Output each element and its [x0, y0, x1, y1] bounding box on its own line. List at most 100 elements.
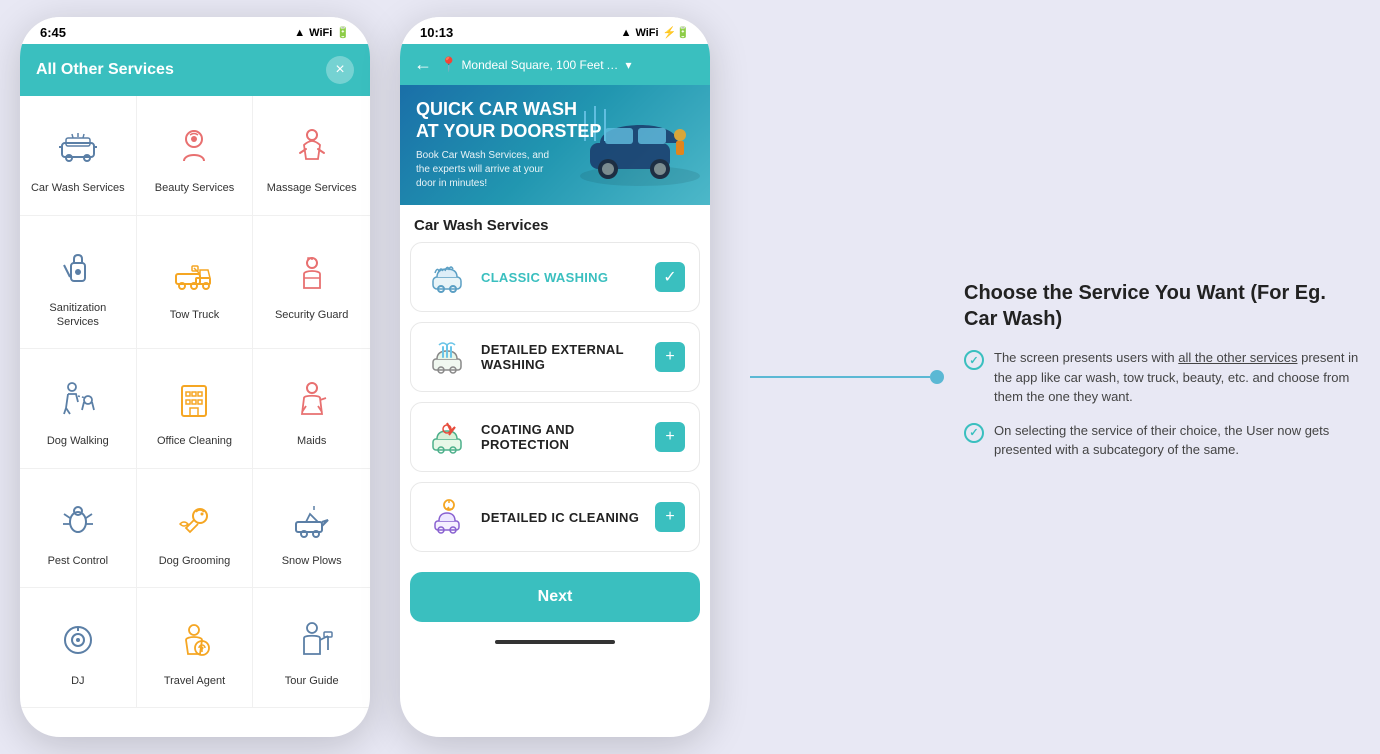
office-cleaning-icon: [168, 374, 220, 426]
right-status-icons: ▲ WiFi ⚡🔋: [621, 26, 690, 39]
detailed-ic-label: DETAILED IC CLEANING: [481, 510, 643, 525]
tow-truck-icon: [168, 248, 220, 300]
connector-line: [750, 376, 930, 378]
service-item-dog-walking[interactable]: Dog Walking: [20, 349, 137, 469]
service-item-beauty[interactable]: Beauty Services: [137, 96, 254, 216]
service-card-detailed-ic[interactable]: DETAILED IC CLEANING +: [410, 482, 700, 552]
section-title: Car Wash Services: [400, 205, 710, 242]
scene: 6:45 ▲ WiFi 🔋 All Other Services ×: [0, 0, 1380, 754]
left-header-title: All Other Services: [36, 61, 174, 79]
tow-truck-label: Tow Truck: [170, 308, 220, 322]
maids-icon: [286, 374, 338, 426]
detailed-external-icon: [425, 335, 469, 379]
left-status-icons: ▲ WiFi 🔋: [294, 26, 350, 39]
tour-guide-icon: [286, 614, 338, 666]
close-button[interactable]: ×: [326, 56, 354, 84]
pest-control-label: Pest Control: [48, 554, 109, 568]
annotation-item-1: The screen presents users with all the o…: [964, 348, 1360, 407]
service-item-maids[interactable]: Maids: [253, 349, 370, 469]
left-phone: 6:45 ▲ WiFi 🔋 All Other Services ×: [20, 17, 370, 737]
left-services-grid: Car Wash Services Beauty Services: [20, 96, 370, 708]
check-circle-2: [964, 423, 984, 443]
location-bar[interactable]: 📍 Mondeal Square, 100 Feet Anand Na... ▾: [440, 56, 696, 73]
annotation-item-2: On selecting the service of their choice…: [964, 421, 1360, 460]
check-circle-1: [964, 350, 984, 370]
massage-icon: [286, 121, 338, 173]
dog-grooming-label: Dog Grooming: [159, 554, 231, 568]
service-item-pest-control[interactable]: Pest Control: [20, 469, 137, 589]
location-pin-icon: 📍: [440, 56, 457, 73]
service-item-car-wash[interactable]: Car Wash Services: [20, 96, 137, 216]
travel-agent-icon: [168, 614, 220, 666]
beauty-icon: [168, 121, 220, 173]
security-guard-label: Security Guard: [275, 308, 348, 322]
service-item-dj[interactable]: DJ: [20, 588, 137, 708]
chevron-down-icon: ▾: [625, 58, 631, 72]
right-header: ← 📍 Mondeal Square, 100 Feet Anand Na...…: [400, 44, 710, 85]
location-text: Mondeal Square, 100 Feet Anand Na...: [461, 58, 621, 72]
classic-washing-icon: [425, 255, 469, 299]
car-wash-icon: [52, 121, 104, 173]
right-status-bar: 10:13 ▲ WiFi ⚡🔋: [400, 17, 710, 44]
beauty-label: Beauty Services: [155, 181, 234, 195]
security-guard-icon: [286, 248, 338, 300]
service-card-coating[interactable]: COATING AND PROTECTION +: [410, 402, 700, 472]
detailed-external-add[interactable]: +: [655, 342, 685, 372]
annotation-section: Choose the Service You Want (For Eg. Car…: [740, 260, 1360, 494]
right-time: 10:13: [420, 25, 453, 40]
coating-add[interactable]: +: [655, 422, 685, 452]
sanitization-icon: [52, 241, 104, 293]
detailed-ic-add[interactable]: +: [655, 502, 685, 532]
dj-label: DJ: [71, 674, 84, 688]
banner-subtitle: Book Car Wash Services, and the experts …: [416, 149, 556, 191]
detailed-ic-icon: [425, 495, 469, 539]
coating-icon: [425, 415, 469, 459]
banner-content: QUICK CAR WASHAT YOUR DOORSTEP Book Car …: [416, 99, 601, 190]
annotation-text-1: The screen presents users with all the o…: [994, 348, 1360, 407]
left-status-bar: 6:45 ▲ WiFi 🔋: [20, 17, 370, 44]
maids-label: Maids: [297, 434, 326, 448]
detailed-external-label: DETAILED EXTERNAL WASHING: [481, 342, 643, 372]
service-item-sanitization[interactable]: Sanitization Services: [20, 216, 137, 350]
snow-plows-icon: [286, 494, 338, 546]
service-item-massage[interactable]: Massage Services: [253, 96, 370, 216]
sanitization-label: Sanitization Services: [28, 301, 128, 330]
dog-grooming-icon: [168, 494, 220, 546]
back-button[interactable]: ←: [414, 54, 432, 75]
annotation-panel: Choose the Service You Want (For Eg. Car…: [944, 260, 1360, 494]
snow-plows-label: Snow Plows: [282, 554, 342, 568]
classic-washing-label: CLASSIC WASHING: [481, 270, 643, 285]
travel-agent-label: Travel Agent: [164, 674, 225, 688]
massage-label: Massage Services: [267, 181, 357, 195]
left-time: 6:45: [40, 25, 66, 40]
next-button[interactable]: Next: [410, 572, 700, 622]
pest-control-icon: [52, 494, 104, 546]
right-phone: 10:13 ▲ WiFi ⚡🔋 ← 📍 Mondeal Square, 100 …: [400, 17, 710, 737]
annotation-title: Choose the Service You Want (For Eg. Car…: [964, 280, 1360, 332]
office-cleaning-label: Office Cleaning: [157, 434, 232, 448]
left-header: All Other Services ×: [20, 44, 370, 96]
service-card-detailed-external[interactable]: DETAILED EXTERNAL WASHING +: [410, 322, 700, 392]
service-list: CLASSIC WASHING ✓ DETAILED EXTE: [400, 242, 710, 562]
dog-walking-label: Dog Walking: [47, 434, 109, 448]
service-item-security-guard[interactable]: Security Guard: [253, 216, 370, 350]
classic-washing-check[interactable]: ✓: [655, 262, 685, 292]
service-item-tour-guide[interactable]: Tour Guide: [253, 588, 370, 708]
service-item-travel-agent[interactable]: Travel Agent: [137, 588, 254, 708]
banner-title: QUICK CAR WASHAT YOUR DOORSTEP: [416, 99, 601, 142]
banner: QUICK CAR WASHAT YOUR DOORSTEP Book Car …: [400, 85, 710, 205]
car-wash-label: Car Wash Services: [31, 181, 125, 195]
service-item-tow-truck[interactable]: Tow Truck: [137, 216, 254, 350]
annotation-text-2: On selecting the service of their choice…: [994, 421, 1360, 460]
service-item-dog-grooming[interactable]: Dog Grooming: [137, 469, 254, 589]
connector: [750, 370, 944, 384]
service-item-snow-plows[interactable]: Snow Plows: [253, 469, 370, 589]
service-item-office-cleaning[interactable]: Office Cleaning: [137, 349, 254, 469]
service-card-classic-washing[interactable]: CLASSIC WASHING ✓: [410, 242, 700, 312]
tour-guide-label: Tour Guide: [285, 674, 339, 688]
connector-dot: [930, 370, 944, 384]
home-indicator: [495, 640, 615, 644]
dj-icon: [52, 614, 104, 666]
coating-label: COATING AND PROTECTION: [481, 422, 643, 452]
dog-walking-icon: [52, 374, 104, 426]
